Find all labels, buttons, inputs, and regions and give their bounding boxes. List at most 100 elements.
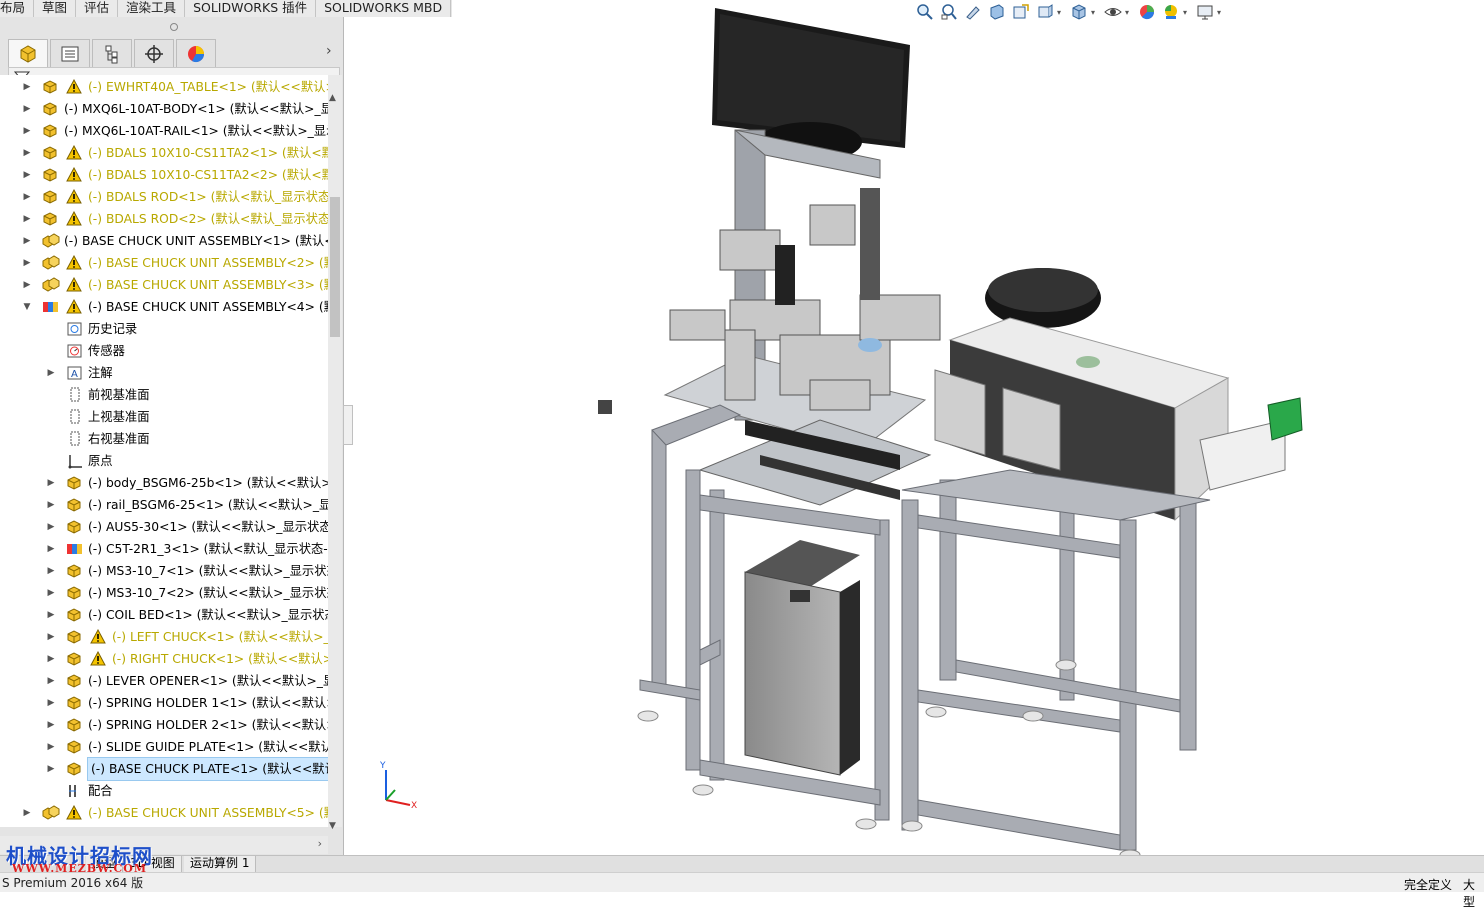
tree-item[interactable]: ▶ (-) COIL BED<1> (默认<<默认>_显示状态 xyxy=(0,604,328,626)
tree-item[interactable]: ▶ (-) MXQ6L-10AT-BODY<1> (默认<<默认>_显示 xyxy=(0,98,328,120)
tree-item[interactable]: ▼ (-) BASE CHUCK UNIT ASSEMBLY<4> (默 xyxy=(0,296,328,318)
collapse-arrow-icon[interactable]: ▼ xyxy=(22,296,32,318)
tree-item[interactable]: ▶ (-) LEVER OPENER<1> (默认<<默认>_显示 xyxy=(0,670,328,692)
tree-item-label: (-) BASE CHUCK UNIT ASSEMBLY<3> (默 xyxy=(88,278,328,292)
expand-arrow-icon[interactable]: ▶ xyxy=(22,142,32,164)
chevron-right-icon[interactable]: › xyxy=(318,837,322,850)
tree-item[interactable]: ▶ (-) BDALS 10X10-CS11TA2<2> (默认<默认 xyxy=(0,164,328,186)
tree-item[interactable]: ▶ (-) BASE CHUCK UNIT ASSEMBLY<1> (默认<显 xyxy=(0,230,328,252)
scrollbar-thumb[interactable] xyxy=(330,197,340,337)
tab-solidworks-addins[interactable]: SOLIDWORKS 插件 xyxy=(185,0,317,17)
tree-item[interactable]: ▶ (-) rail_BSGM6-25<1> (默认<<默认>_显示 xyxy=(0,494,328,516)
tree-item[interactable]: ▶ (-) BDALS 10X10-CS11TA2<1> (默认<默认 xyxy=(0,142,328,164)
feature-tree: ▶ (-) EWHRT40A_TABLE<1> (默认<<默认>_ ▶ (-) MXQ… xyxy=(0,75,328,827)
tree-item[interactable]: ▶ (-) SPRING HOLDER 1<1> (默认<<默认>_ xyxy=(0,692,328,714)
tree-item-label: (-) BDALS ROD<2> (默认<默认_显示状态-1 xyxy=(88,212,328,226)
configuration-manager-tab-icon[interactable] xyxy=(92,39,132,69)
tree-item-label: 配合 xyxy=(88,784,113,798)
expand-arrow-icon[interactable]: ▶ xyxy=(46,582,56,604)
display-manager-tab-icon[interactable] xyxy=(176,39,216,69)
part-icon xyxy=(66,563,84,579)
expand-arrow-icon[interactable]: ▶ xyxy=(22,274,32,296)
tree-item[interactable]: ▶ (-) MXQ6L-10AT-RAIL<1> (默认<<默认>_显示 xyxy=(0,120,328,142)
tree-vertical-scrollbar[interactable]: ▲ ▼ xyxy=(328,75,342,831)
expand-arrow-icon[interactable]: ▶ xyxy=(46,648,56,670)
tree-item[interactable]: ▶ (-) BDALS ROD<1> (默认<默认_显示状态- xyxy=(0,186,328,208)
expand-arrow-icon[interactable]: ▶ xyxy=(46,494,56,516)
graphics-viewport[interactable]: Y X xyxy=(352,0,1484,861)
panel-tab-strip xyxy=(8,39,218,69)
expand-arrow-icon[interactable]: ▶ xyxy=(22,186,32,208)
tree-item[interactable]: 历史记录 xyxy=(0,318,328,340)
tree-item-label: (-) BDALS ROD<1> (默认<默认_显示状态- xyxy=(88,190,328,204)
tree-item-label: (-) EWHRT40A_TABLE<1> (默认<<默认>_ xyxy=(88,80,328,94)
tree-item[interactable]: ▶ (-) BASE CHUCK PLATE<1> (默认<<默认>_ xyxy=(0,757,328,781)
tree-item[interactable]: ▶ (-) BDALS ROD<2> (默认<默认_显示状态-1 xyxy=(0,208,328,230)
tree-item-label: 原点 xyxy=(88,454,113,468)
asm-icon xyxy=(42,255,60,271)
expand-arrow-icon[interactable]: ▶ xyxy=(46,626,56,648)
tree-item[interactable]: ▶ (-) body_BSGM6-25b<1> (默认<<默认>_显 xyxy=(0,472,328,494)
tree-item[interactable]: ▶ (-) C5T-2R1_3<1> (默认<默认_显示状态-1> xyxy=(0,538,328,560)
property-manager-tab-icon[interactable] xyxy=(50,39,90,69)
part-icon xyxy=(66,629,84,645)
tree-item-label: (-) LEVER OPENER<1> (默认<<默认>_显示 xyxy=(88,674,328,688)
multi-icon xyxy=(42,299,60,315)
tree-item[interactable]: ▶ (-) RIGHT CHUCK<1> (默认<<默认>_ xyxy=(0,648,328,670)
version-label: S Premium 2016 x64 版 xyxy=(2,876,144,890)
expand-arrow-icon[interactable]: ▶ xyxy=(22,208,32,230)
tree-item[interactable]: ▶ (-) LEFT CHUCK<1> (默认<<默认>_显 xyxy=(0,626,328,648)
expand-arrow-icon[interactable]: ▶ xyxy=(46,670,56,692)
tree-item-label: (-) RIGHT CHUCK<1> (默认<<默认>_ xyxy=(112,652,328,666)
tab-render-tools[interactable]: 渲染工具 xyxy=(118,0,186,17)
tree-item[interactable]: 前视基准面 xyxy=(0,384,328,406)
tab-sketch[interactable]: 草图 xyxy=(34,0,77,17)
tree-item[interactable]: 传感器 xyxy=(0,340,328,362)
chevron-right-icon[interactable]: › xyxy=(326,43,332,59)
tree-item[interactable]: ▶ (-) SPRING HOLDER 2<1> (默认<<默认>_ xyxy=(0,714,328,736)
expand-arrow-icon[interactable]: ▶ xyxy=(46,692,56,714)
tree-item[interactable]: ▶ (-) EWHRT40A_TABLE<1> (默认<<默认>_ xyxy=(0,76,328,98)
warning-icon xyxy=(66,166,82,182)
panel-splitter[interactable] xyxy=(0,17,343,37)
expand-arrow-icon[interactable]: ▶ xyxy=(46,758,56,780)
expand-arrow-icon[interactable]: ▶ xyxy=(46,560,56,582)
tree-item[interactable]: 原点 xyxy=(0,450,328,472)
tree-item[interactable]: ▶ (-) MS3-10_7<1> (默认<<默认>_显示状态 xyxy=(0,560,328,582)
tree-item[interactable]: ▶ (-) AUS5-30<1> (默认<<默认>_显示状态 1 xyxy=(0,516,328,538)
expand-arrow-icon[interactable]: ▶ xyxy=(22,98,32,120)
expand-arrow-icon[interactable]: ▶ xyxy=(46,604,56,626)
expand-arrow-icon[interactable]: ▶ xyxy=(22,230,32,252)
plane-icon xyxy=(66,431,84,447)
expand-arrow-icon[interactable]: ▶ xyxy=(22,802,32,824)
tree-item[interactable]: ▶ (-) MS3-10_7<2> (默认<<默认>_显示状态 xyxy=(0,582,328,604)
expand-arrow-icon[interactable]: ▶ xyxy=(22,76,32,98)
feature-manager-tab-icon[interactable] xyxy=(8,39,48,69)
expand-arrow-icon[interactable]: ▶ xyxy=(22,164,32,186)
tree-item[interactable]: ▶ (-) BASE CHUCK UNIT ASSEMBLY<3> (默 xyxy=(0,274,328,296)
tree-item[interactable]: 上视基准面 xyxy=(0,406,328,428)
expand-arrow-icon[interactable]: ▶ xyxy=(46,714,56,736)
expand-arrow-icon[interactable]: ▶ xyxy=(22,252,32,274)
dimxpert-manager-tab-icon[interactable] xyxy=(134,39,174,69)
tree-item[interactable]: ▶ (-) SLIDE GUIDE PLATE<1> (默认<<默认 xyxy=(0,736,328,758)
expand-arrow-icon[interactable]: ▶ xyxy=(22,120,32,142)
svg-text:A: A xyxy=(71,369,78,380)
tree-item[interactable]: ▶ (-) BASE CHUCK UNIT ASSEMBLY<5> (默 xyxy=(0,802,328,824)
expand-arrow-icon[interactable]: ▶ xyxy=(46,736,56,758)
scroll-up-icon[interactable]: ▲ xyxy=(329,93,336,103)
tree-item[interactable]: 右视基准面 xyxy=(0,428,328,450)
scroll-down-icon[interactable]: ▼ xyxy=(329,821,336,831)
machine-model-render: Y X xyxy=(379,8,1303,861)
expand-arrow-icon[interactable]: ▶ xyxy=(46,472,56,494)
expand-arrow-icon[interactable]: ▶ xyxy=(46,362,56,384)
tab-evaluate[interactable]: 评估 xyxy=(76,0,119,17)
tree-item[interactable]: ▶ A 注解 xyxy=(0,362,328,384)
expand-arrow-icon[interactable]: ▶ xyxy=(46,516,56,538)
tree-item[interactable]: 配合 xyxy=(0,780,328,802)
tree-item[interactable]: ▶ (-) BASE CHUCK UNIT ASSEMBLY<2> (默 xyxy=(0,252,328,274)
expand-arrow-icon[interactable]: ▶ xyxy=(46,538,56,560)
tab-layout[interactable]: 布局 xyxy=(0,0,35,17)
tab-motion-study[interactable]: 运动算例 1 xyxy=(184,856,257,872)
part-icon xyxy=(42,101,60,117)
